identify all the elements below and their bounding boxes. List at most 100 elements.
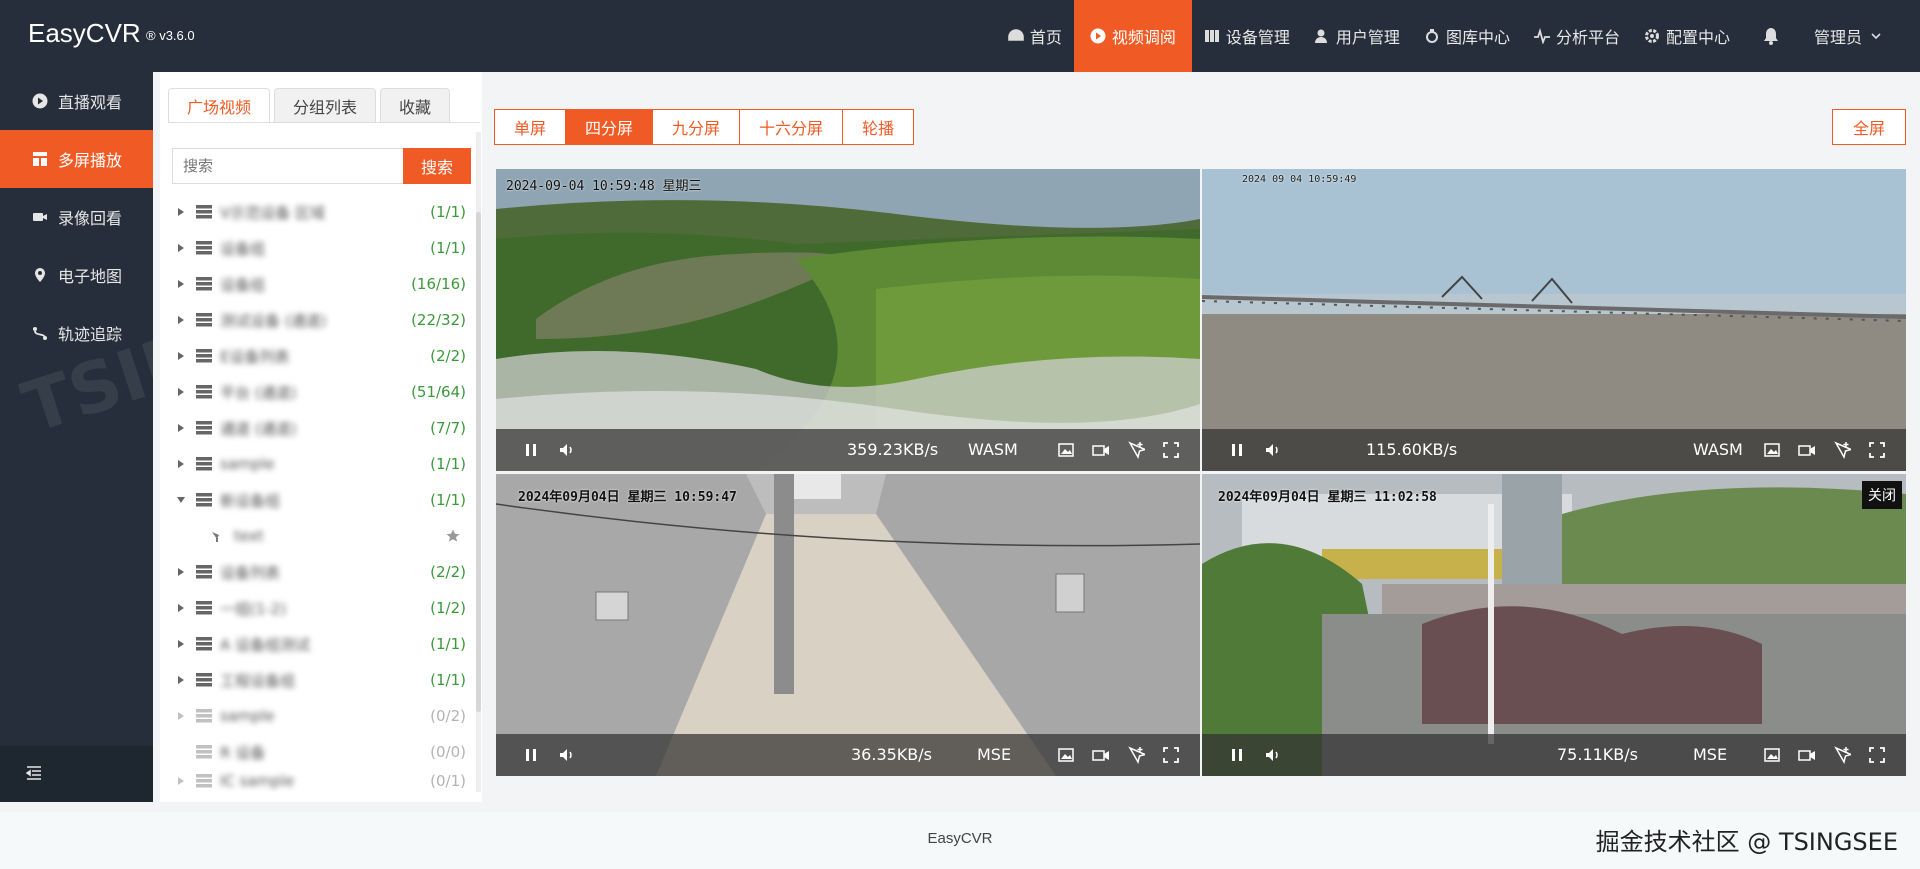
video-player-3[interactable]: 2024年09月04日 星期三 10:59:47 36.35KB/s MSE (496, 474, 1200, 776)
layout-quad-button[interactable]: 四分屏 (565, 109, 654, 145)
snapshot-icon[interactable] (1057, 441, 1075, 459)
layout-carousel-button[interactable]: 轮播 (842, 109, 915, 145)
tree-node[interactable]: R 设备 (0/0) (174, 734, 470, 770)
sidebar-collapse-button[interactable] (0, 746, 153, 802)
caret-right-icon[interactable] (176, 387, 186, 397)
sidebar-item-map[interactable]: 电子地图 (0, 246, 153, 304)
layout-sixteen-button[interactable]: 十六分屏 (739, 109, 844, 145)
search-button[interactable]: 搜索 (403, 148, 471, 184)
sidebar-item-label: 录像回看 (58, 209, 123, 228)
user-icon (1314, 28, 1330, 44)
tree-node[interactable]: 平台 (通道) (51/64) (174, 374, 470, 410)
tree-node[interactable]: IC sample (0/1) (174, 770, 470, 792)
sidebar-item-multiscreen[interactable]: 多屏播放 (0, 130, 153, 188)
nav-item-device[interactable]: 设备管理 (1192, 0, 1302, 72)
pause-icon[interactable] (522, 441, 540, 459)
tree-node[interactable]: 工程设备组 (1/1) (174, 662, 470, 698)
tab-favorites[interactable]: 收藏 (380, 88, 451, 122)
caret-right-icon[interactable] (176, 603, 186, 613)
layout-single-button[interactable]: 单屏 (494, 109, 567, 145)
caret-right-icon[interactable] (176, 639, 186, 649)
sidebar-item-track[interactable]: 轨迹追踪 (0, 304, 153, 362)
caret-right-icon[interactable] (176, 351, 186, 361)
video-player-1[interactable]: 2024-09-04 10:59:48 星期三 359.23KB/s WASM (496, 169, 1200, 471)
tree-node-label: 一组(1-2) (220, 599, 287, 618)
user-menu[interactable]: 管理员 (1800, 0, 1920, 72)
video-player-2[interactable]: 2024 09 04 10:59:49 115.60KB/s WASM (1202, 169, 1906, 471)
tree-node-count: (16/16) (411, 275, 466, 293)
nav-item-config[interactable]: 配置中心 (1632, 0, 1742, 72)
caret-right-icon[interactable] (176, 776, 186, 786)
expand-icon[interactable] (1162, 746, 1180, 764)
snapshot-icon[interactable] (1763, 746, 1781, 764)
caret-right-icon[interactable] (176, 711, 186, 721)
snapshot-icon[interactable] (1763, 441, 1781, 459)
tree-node-expanded[interactable]: 新设备组 (1/1) (174, 482, 470, 518)
pause-icon[interactable] (522, 746, 540, 764)
layout-nine-button[interactable]: 九分屏 (652, 109, 741, 145)
volume-icon[interactable] (558, 746, 576, 764)
tree-node[interactable]: sample (0/2) (174, 698, 470, 734)
divider (168, 122, 480, 123)
caret-right-icon[interactable] (176, 279, 186, 289)
volume-icon[interactable] (1264, 441, 1282, 459)
tab-group-list[interactable]: 分组列表 (274, 88, 377, 122)
sidebar-item-playback[interactable]: 录像回看 (0, 188, 153, 246)
player-controls: 36.35KB/s MSE (496, 734, 1200, 776)
expand-icon[interactable] (1868, 441, 1886, 459)
nav-item-label: 图库中心 (1445, 28, 1510, 47)
caret-right-icon[interactable] (176, 423, 186, 433)
ptz-icon[interactable] (1833, 441, 1851, 459)
pause-icon[interactable] (1228, 441, 1246, 459)
search-input[interactable] (172, 148, 414, 184)
tree-node[interactable]: E设备列表 (2/2) (174, 338, 470, 374)
record-icon[interactable] (1092, 746, 1110, 764)
ptz-icon[interactable] (1127, 441, 1145, 459)
tree-node[interactable]: V示范设备 区域 (1/1) (174, 194, 470, 230)
fullscreen-button[interactable]: 全屏 (1831, 109, 1906, 145)
star-icon[interactable] (446, 529, 460, 543)
server-icon (196, 241, 212, 255)
nav-item-gallery[interactable]: 图库中心 (1412, 0, 1522, 72)
tree-channel[interactable]: text (174, 518, 470, 554)
nav-item-analysis[interactable]: 分析平台 (1522, 0, 1632, 72)
nav-item-user[interactable]: 用户管理 (1302, 0, 1412, 72)
caret-right-icon[interactable] (176, 567, 186, 577)
record-icon[interactable] (1798, 746, 1816, 764)
server-icon (196, 774, 212, 788)
close-player-button[interactable]: 关闭 (1862, 481, 1902, 509)
tree-node[interactable]: 通道 (通道) (7/7) (174, 410, 470, 446)
tree-node[interactable]: 测试设备 (通道) (22/32) (174, 302, 470, 338)
snapshot-icon[interactable] (1057, 746, 1075, 764)
volume-icon[interactable] (1264, 746, 1282, 764)
video-player-4[interactable]: 2024年09月04日 星期三 11:02:58 关闭 75.11KB/s MS… (1202, 474, 1906, 776)
ptz-icon[interactable] (1127, 746, 1145, 764)
record-icon[interactable] (1092, 441, 1110, 459)
expand-icon[interactable] (1868, 746, 1886, 764)
tree-node[interactable]: A 设备组测试 (1/1) (174, 626, 470, 662)
scrollbar-thumb[interactable] (476, 212, 481, 712)
caret-right-icon[interactable] (176, 315, 186, 325)
caret-right-icon[interactable] (176, 243, 186, 253)
tree-node[interactable]: 设备组 (1/1) (174, 230, 470, 266)
tree-node-label: 设备组 (220, 275, 266, 294)
nav-item-video[interactable]: 视频调阅 (1073, 0, 1192, 72)
nav-item-home[interactable]: 首页 (996, 0, 1074, 72)
pause-icon[interactable] (1228, 746, 1246, 764)
notification-button[interactable] (1742, 0, 1800, 72)
sidebar-item-live[interactable]: 直播观看 (0, 72, 153, 130)
ptz-icon[interactable] (1833, 746, 1851, 764)
tab-square-video[interactable]: 广场视频 (168, 88, 271, 122)
tree-node[interactable]: 设备组 (16/16) (174, 266, 470, 302)
tree-node[interactable]: sample (1/1) (174, 446, 470, 482)
tree-node[interactable]: 设备列表 (2/2) (174, 554, 470, 590)
expand-icon[interactable] (1162, 441, 1180, 459)
tree-node[interactable]: 一组(1-2) (1/2) (174, 590, 470, 626)
caret-right-icon[interactable] (176, 675, 186, 685)
caret-right-icon[interactable] (176, 459, 186, 469)
caret-right-icon[interactable] (176, 207, 186, 217)
record-icon[interactable] (1798, 441, 1816, 459)
caret-down-icon[interactable] (176, 495, 186, 505)
footer: EasyCVR 掘金技术社区 @ TSINGSEE (0, 812, 1920, 869)
volume-icon[interactable] (558, 441, 576, 459)
